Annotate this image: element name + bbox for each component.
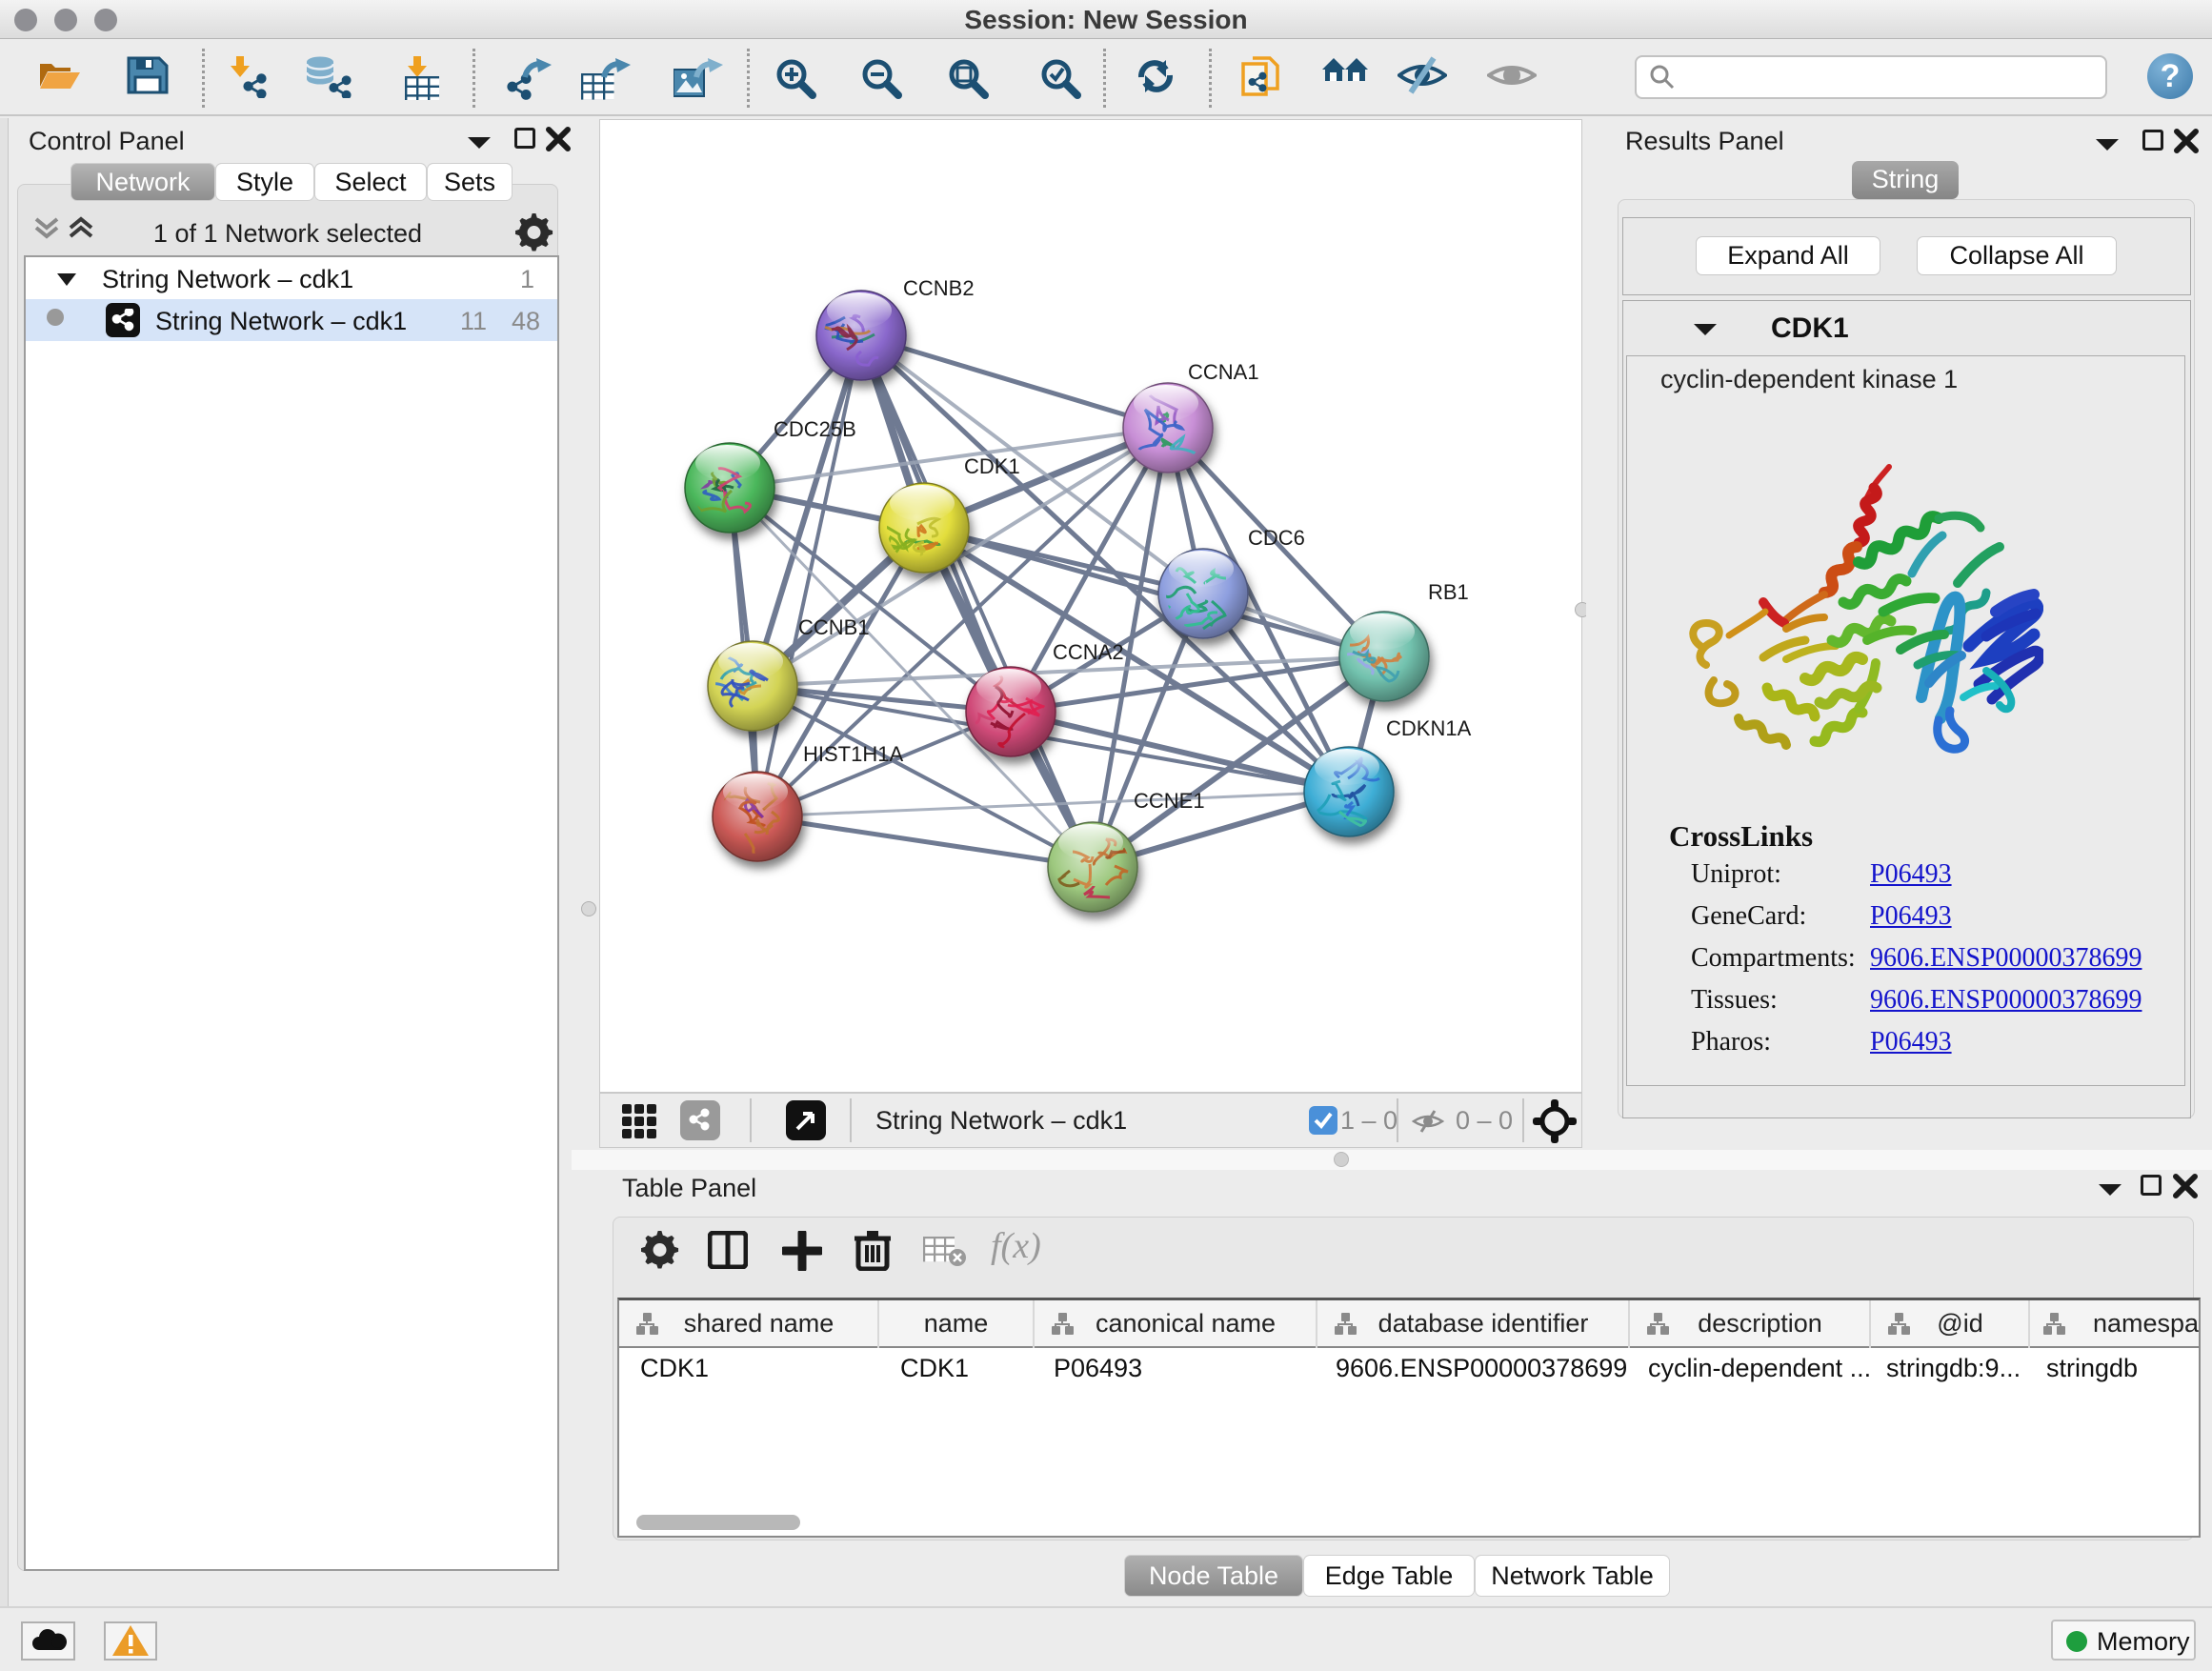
- svg-text:RB1: RB1: [1428, 580, 1469, 604]
- svg-text:CDK1: CDK1: [964, 454, 1020, 478]
- svg-text:CCNB1: CCNB1: [798, 615, 870, 639]
- svg-text:CCNE1: CCNE1: [1134, 789, 1205, 813]
- svg-text:CCNB2: CCNB2: [903, 276, 975, 300]
- svg-text:HIST1H1A: HIST1H1A: [803, 742, 903, 766]
- svg-text:CDC25B: CDC25B: [774, 417, 856, 441]
- svg-text:CDKN1A: CDKN1A: [1386, 716, 1472, 740]
- svg-text:CDC6: CDC6: [1248, 526, 1305, 550]
- svg-text:CCNA1: CCNA1: [1188, 360, 1259, 384]
- svg-text:CCNA2: CCNA2: [1053, 640, 1124, 664]
